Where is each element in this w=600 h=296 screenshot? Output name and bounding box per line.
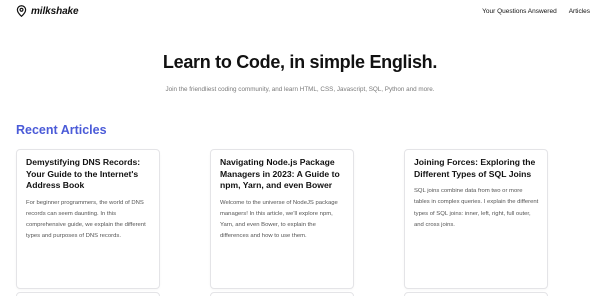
nav-link-your-questions-answered[interactable]: Your Questions Answered [482,8,557,15]
recent-articles-heading: Recent Articles [16,123,107,137]
article-card-partial[interactable] [16,292,160,296]
page: milkshake Your Questions Answered Articl… [0,0,600,296]
article-card-dns[interactable]: Demystifying DNS Records: Your Guide to … [16,149,160,289]
site-header: milkshake Your Questions Answered Articl… [0,0,600,22]
article-card-partial[interactable] [210,292,354,296]
article-card-nodejs[interactable]: Navigating Node.js Package Managers in 2… [210,149,354,289]
nav-link-articles[interactable]: Articles [569,8,590,15]
hero-subtitle: Join the friendliest coding community, a… [165,86,435,93]
article-title[interactable]: Joining Forces: Exploring the Different … [414,157,539,180]
article-description: SQL joins combine data from two or more … [414,188,539,228]
location-pin-icon [16,5,27,17]
article-title[interactable]: Demystifying DNS Records: Your Guide to … [26,157,151,192]
hero-title: Learn to Code, in simple English. [162,52,438,72]
article-description: For beginner programmers, the world of D… [26,199,146,240]
article-card-partial[interactable] [404,292,548,296]
article-title[interactable]: Navigating Node.js Package Managers in 2… [220,157,345,192]
article-description: Welcome to the universe of NodeJS packag… [220,199,338,240]
top-nav: Your Questions Answered Articles [482,8,590,15]
brand-logo-link[interactable]: milkshake [16,5,79,17]
article-card-sql-joins[interactable]: Joining Forces: Exploring the Different … [404,149,548,289]
brand-name: milkshake [31,5,79,17]
